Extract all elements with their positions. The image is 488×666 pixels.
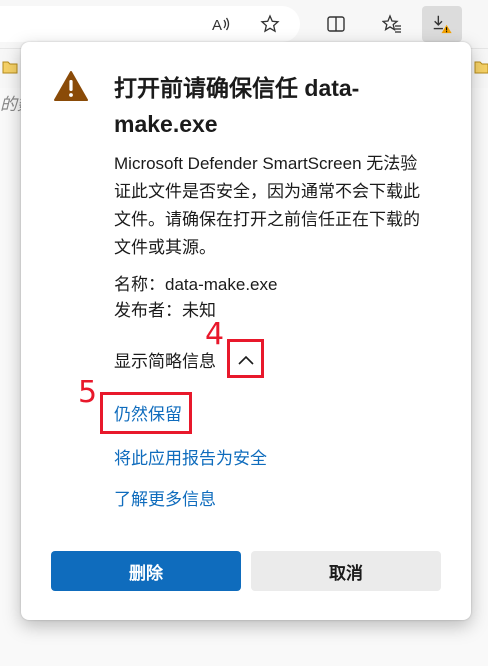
browser-toolbar: A (0, 0, 488, 48)
annotation-box-4 (227, 339, 264, 378)
delete-button[interactable]: 删除 (51, 551, 241, 591)
favorites-icon[interactable] (378, 10, 406, 38)
learn-more-link[interactable]: 了解更多信息 (114, 488, 216, 512)
cancel-button[interactable]: 取消 (251, 551, 441, 591)
toggle-details-label: 显示简略信息 (114, 352, 216, 371)
annotation-box-5 (100, 392, 192, 434)
folder-icon[interactable] (2, 60, 18, 74)
annotation-number-5: 5 (78, 375, 98, 410)
annotation-number-4: 4 (205, 317, 225, 352)
svg-text:A: A (212, 17, 222, 34)
warning-icon (54, 71, 88, 101)
address-bar[interactable] (0, 6, 300, 42)
read-aloud-icon[interactable]: A (207, 10, 235, 38)
dialog-description: Microsoft Defender SmartScreen 无法验证此文件是否… (114, 154, 420, 257)
folder-icon[interactable] (474, 60, 488, 74)
star-icon[interactable] (256, 10, 284, 38)
report-safe-link[interactable]: 将此应用报告为安全 (114, 447, 267, 471)
smartscreen-dialog: 打开前请确保信任 data-make.exe Microsoft Defende… (21, 42, 471, 620)
file-name: 名称：data-make.exe (114, 275, 278, 294)
download-warning-icon[interactable] (422, 6, 462, 42)
file-publisher: 发布者：未知 (114, 301, 216, 320)
dialog-title: 打开前请确保信任 data-make.exe (114, 75, 360, 137)
split-screen-icon[interactable] (322, 10, 350, 38)
